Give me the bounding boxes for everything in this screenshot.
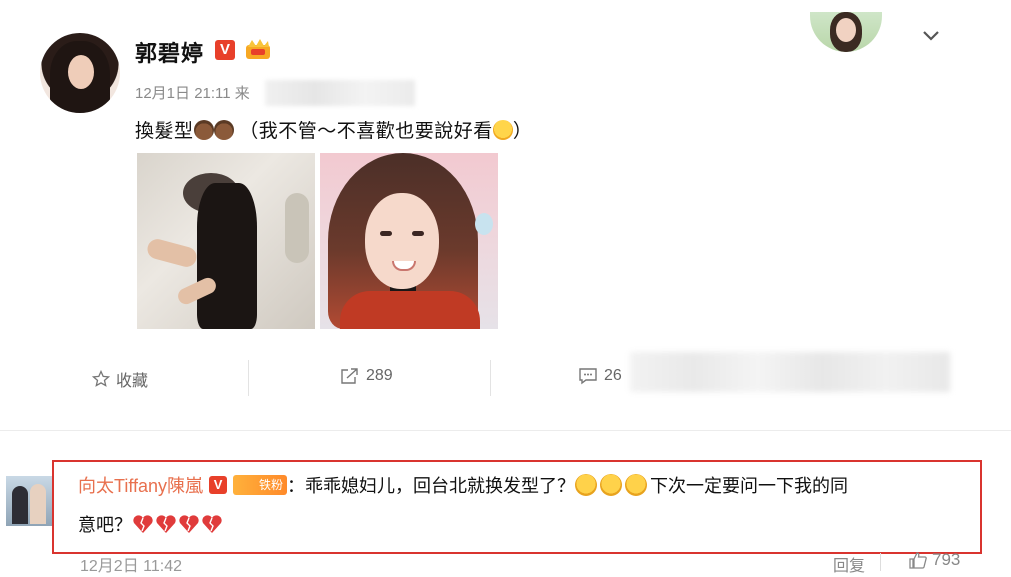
emoji-icon	[193, 120, 214, 140]
emoji-icon	[492, 120, 513, 140]
redacted-region	[265, 80, 415, 106]
like-count: 793	[932, 550, 961, 569]
emoji-icon	[213, 120, 234, 140]
top-profile-avatar[interactable]	[810, 12, 882, 52]
post-photo-2[interactable]	[320, 153, 498, 329]
broken-heart-icon	[156, 515, 176, 533]
reply-button[interactable]: 回复	[833, 552, 865, 576]
divider	[490, 360, 491, 396]
comment-count: 26	[604, 367, 622, 384]
star-icon	[92, 370, 110, 387]
comment-text-part-2: 下次一定要问一下我的同	[650, 476, 849, 496]
verified-icon: V	[215, 40, 235, 60]
member-crown-icon	[246, 39, 270, 59]
comment-icon	[579, 368, 597, 385]
favorite-button[interactable]: 收藏	[92, 367, 148, 391]
thumbs-up-icon	[909, 552, 927, 569]
crying-emoji-icon	[600, 474, 623, 496]
broken-heart-icon	[179, 515, 199, 533]
like-button[interactable]: 793	[908, 550, 960, 570]
crying-emoji-icon	[625, 474, 648, 496]
chevron-down-icon[interactable]	[918, 26, 944, 46]
favorite-label: 收藏	[116, 373, 149, 390]
commenter-avatar[interactable]	[6, 476, 52, 526]
fan-badge: 铁粉	[233, 475, 288, 495]
crying-emoji-icon	[575, 474, 598, 496]
verified-icon: V	[209, 476, 228, 494]
redacted-region	[630, 352, 950, 392]
comment-line-1: 向太Tiffany陳嵐 V 铁粉 ：乖乖媳妇儿，回台北就换发型了？ 下次一定要问…	[78, 472, 848, 498]
broken-heart-icon	[202, 515, 222, 533]
comment-button[interactable]: 26	[578, 367, 622, 385]
comment-text-part-3: 意吧？	[78, 515, 132, 535]
divider	[880, 553, 881, 571]
comment-line-2: 意吧？	[78, 511, 224, 537]
divider	[248, 360, 249, 396]
post-text: 換髮型 （我不管～不喜歡也要說好看）	[135, 120, 533, 142]
comment-text-part-1: ：乖乖媳妇儿，回台北就换发型了？	[287, 476, 576, 496]
post-timestamp: 12月1日 21:11 来	[135, 85, 250, 102]
share-icon	[341, 368, 358, 384]
comment-timestamp: 12月2日 11:42	[80, 558, 182, 575]
section-divider	[0, 430, 1011, 431]
author-avatar[interactable]	[40, 33, 120, 113]
post-photo-1[interactable]	[137, 153, 315, 329]
broken-heart-icon	[133, 515, 153, 533]
commenter-name[interactable]: 向太Tiffany陳嵐	[78, 472, 203, 498]
author-name[interactable]: 郭碧婷	[135, 36, 204, 68]
share-button[interactable]: 289	[340, 367, 393, 385]
share-count: 289	[366, 367, 393, 384]
